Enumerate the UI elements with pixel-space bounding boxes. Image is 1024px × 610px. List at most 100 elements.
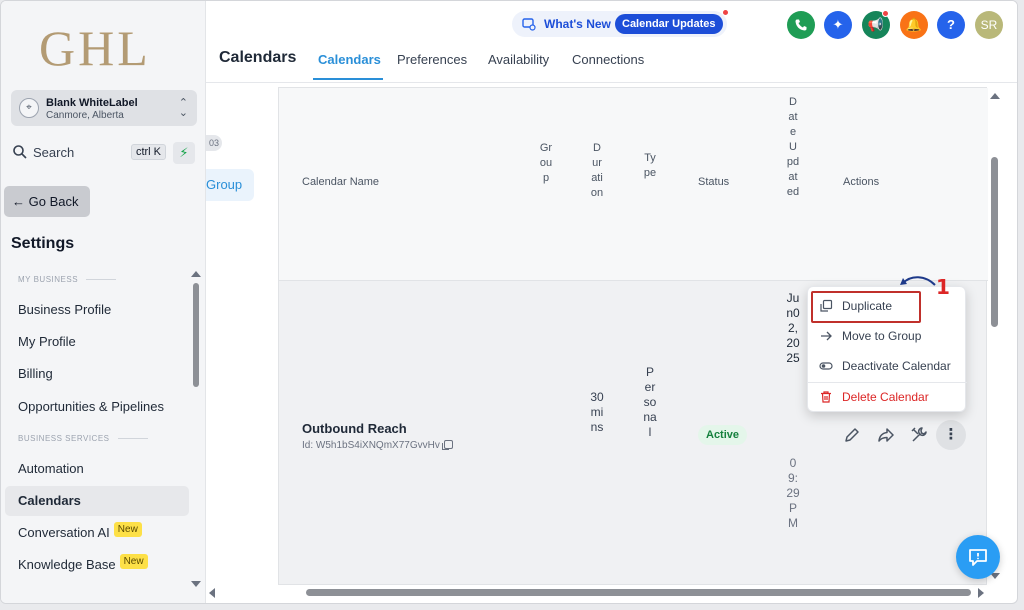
whats-new-label: What's New — [544, 17, 611, 31]
help-icon: ? — [947, 17, 955, 32]
sidebar-item-conversation-ai[interactable]: Conversation AI New — [5, 518, 189, 548]
status-badge: Active — [698, 425, 748, 445]
group-panel: 03 Group — [206, 83, 278, 603]
calendar-count-badge: 03 — [206, 135, 222, 151]
active-tab-indicator — [313, 78, 383, 80]
column-header-status[interactable]: Status — [698, 176, 729, 188]
sidebar-item-automation[interactable]: Automation — [5, 454, 189, 484]
new-badge: New — [119, 554, 148, 569]
menu-item-deactivate-calendar[interactable]: Deactivate Calendar — [808, 351, 967, 381]
column-header-date-updated[interactable]: DateUpdated — [786, 95, 800, 200]
sidebar-item-label: Knowledge Base — [18, 557, 116, 572]
quick-action-bolt-icon[interactable]: ⚡ — [173, 142, 195, 164]
date-updated-cell: Jun02,2025 — [786, 291, 800, 365]
sidebar-item-my-profile[interactable]: My Profile — [5, 327, 189, 357]
row-actions-menu: Duplicate Move to Group Deactivate Calen… — [807, 286, 967, 412]
menu-item-delete-calendar[interactable]: Delete Calendar — [808, 382, 967, 412]
sidebar-item-label: Conversation AI — [18, 525, 110, 540]
group-filter-tab[interactable]: Group — [206, 169, 254, 201]
settings-title: Settings — [11, 235, 75, 252]
table-vertical-scrollbar[interactable] — [988, 87, 1002, 585]
highlight-box — [811, 291, 921, 323]
arrow-left-icon: ← — [12, 194, 25, 209]
arrow-right-icon — [821, 331, 832, 341]
sidebar-item-label: Business Profile — [18, 302, 112, 317]
chat-bubble-icon — [969, 549, 987, 566]
scroll-right-arrow-icon[interactable] — [978, 588, 984, 598]
sparkle-icon: ✦ — [832, 17, 844, 32]
sidebar-item-business-profile[interactable]: Business Profile — [5, 295, 189, 325]
sidebar-item-opportunities[interactable]: Opportunities & Pipelines — [5, 392, 189, 422]
sidebar-scrollbar[interactable] — [191, 271, 201, 587]
megaphone-icon: 📢 — [867, 17, 885, 32]
bell-icon: 🔔 — [905, 17, 923, 32]
chat-widget-button[interactable] — [956, 535, 1000, 579]
announcements-button[interactable]: 📢 — [862, 10, 890, 39]
row-menu-kebab-button[interactable]: ⋮ — [936, 420, 966, 450]
column-header-duration[interactable]: Duration — [590, 141, 604, 201]
location-switcher[interactable]: ⌖ Blank WhiteLabel Canmore, Alberta ⌃ ⌄ — [11, 90, 197, 126]
phone-button[interactable] — [787, 11, 815, 39]
column-header-calendar-name[interactable]: Calendar Name — [302, 176, 379, 188]
sidebar-item-billing[interactable]: Billing — [5, 359, 189, 389]
avatar[interactable]: SR — [975, 11, 1003, 39]
sidebar-item-calendars[interactable]: Calendars — [5, 486, 189, 516]
pointer-arrow-icon — [900, 276, 936, 286]
scroll-left-arrow-icon[interactable] — [209, 588, 215, 598]
copy-icon[interactable] — [441, 440, 453, 450]
scroll-up-arrow-icon[interactable] — [990, 93, 1000, 99]
sidebar-scroll-thumb[interactable] — [193, 283, 199, 387]
section-label-my-business: MY BUSINESS — [18, 275, 116, 284]
step-number-badge: 1 — [936, 275, 950, 299]
tab-preferences[interactable]: Preferences — [397, 52, 467, 67]
horizontal-scroll-thumb[interactable] — [306, 589, 971, 596]
location-name: Blank WhiteLabel — [46, 97, 138, 109]
notifications-button[interactable]: 🔔 — [900, 11, 928, 39]
vertical-scroll-thumb[interactable] — [991, 157, 998, 327]
tab-connections[interactable]: Connections — [572, 52, 644, 67]
location-address: Canmore, Alberta — [46, 110, 124, 121]
go-back-label: Go Back — [28, 194, 79, 209]
sidebar-item-label: Calendars — [18, 493, 81, 508]
duration-cell: 30mins — [590, 390, 604, 434]
section-label-business-services: BUSINESS SERVICES — [18, 434, 148, 443]
brand-logo: GHL — [39, 20, 151, 76]
tools-icon[interactable] — [909, 425, 929, 445]
new-badge: New — [113, 522, 142, 537]
trash-icon — [821, 391, 831, 403]
kebab-icon: ⋮ — [943, 426, 959, 443]
tab-calendars[interactable]: Calendars — [318, 52, 381, 67]
calendar-updates-pill[interactable]: Calendar Updates — [615, 14, 723, 34]
ai-sparkle-button[interactable]: ✦ — [824, 11, 852, 39]
whats-new-button[interactable]: What's New Calendar Updates — [512, 9, 729, 37]
scroll-up-arrow-icon[interactable] — [191, 271, 201, 277]
tab-availability[interactable]: Availability — [488, 52, 549, 67]
toggle-icon — [819, 362, 833, 370]
scroll-down-arrow-icon[interactable] — [191, 581, 201, 587]
column-header-type[interactable]: Type — [643, 151, 657, 181]
table-horizontal-scrollbar[interactable] — [206, 586, 988, 600]
sidebar-item-label: My Profile — [18, 334, 76, 349]
search-button[interactable]: Search ctrl K — [10, 141, 166, 165]
sidebar-item-label: Automation — [18, 461, 84, 476]
sidebar-item-knowledge-base[interactable]: Knowledge Base New — [5, 550, 189, 580]
column-header-actions: Actions — [843, 176, 880, 188]
column-header-group[interactable]: Group — [539, 141, 553, 186]
help-button[interactable]: ? — [937, 11, 965, 39]
announcement-icon — [522, 18, 536, 31]
calendar-id: Id: W5h1bS4iXNQmX77GvvHv — [302, 440, 453, 451]
edit-pencil-icon[interactable] — [842, 425, 862, 445]
search-label: Search — [33, 145, 75, 160]
go-back-button[interactable]: ← Go Back — [4, 186, 90, 217]
sidebar: GHL ⌖ Blank WhiteLabel Canmore, Alberta … — [1, 1, 206, 603]
chevron-updown-icon: ⌃ ⌄ — [178, 97, 188, 119]
sidebar-item-label: Billing — [18, 366, 53, 381]
calendar-name[interactable]: Outbound Reach — [302, 421, 407, 436]
menu-item-move-to-group[interactable]: Move to Group — [808, 321, 967, 351]
table-header: Calendar Name Group Duration Type Status… — [279, 88, 988, 281]
sidebar-item-label: Opportunities & Pipelines — [18, 399, 164, 414]
page-title: Calendars — [219, 49, 297, 66]
phone-icon — [795, 19, 807, 31]
location-pin-icon: ⌖ — [19, 98, 39, 118]
share-icon[interactable] — [876, 425, 896, 445]
